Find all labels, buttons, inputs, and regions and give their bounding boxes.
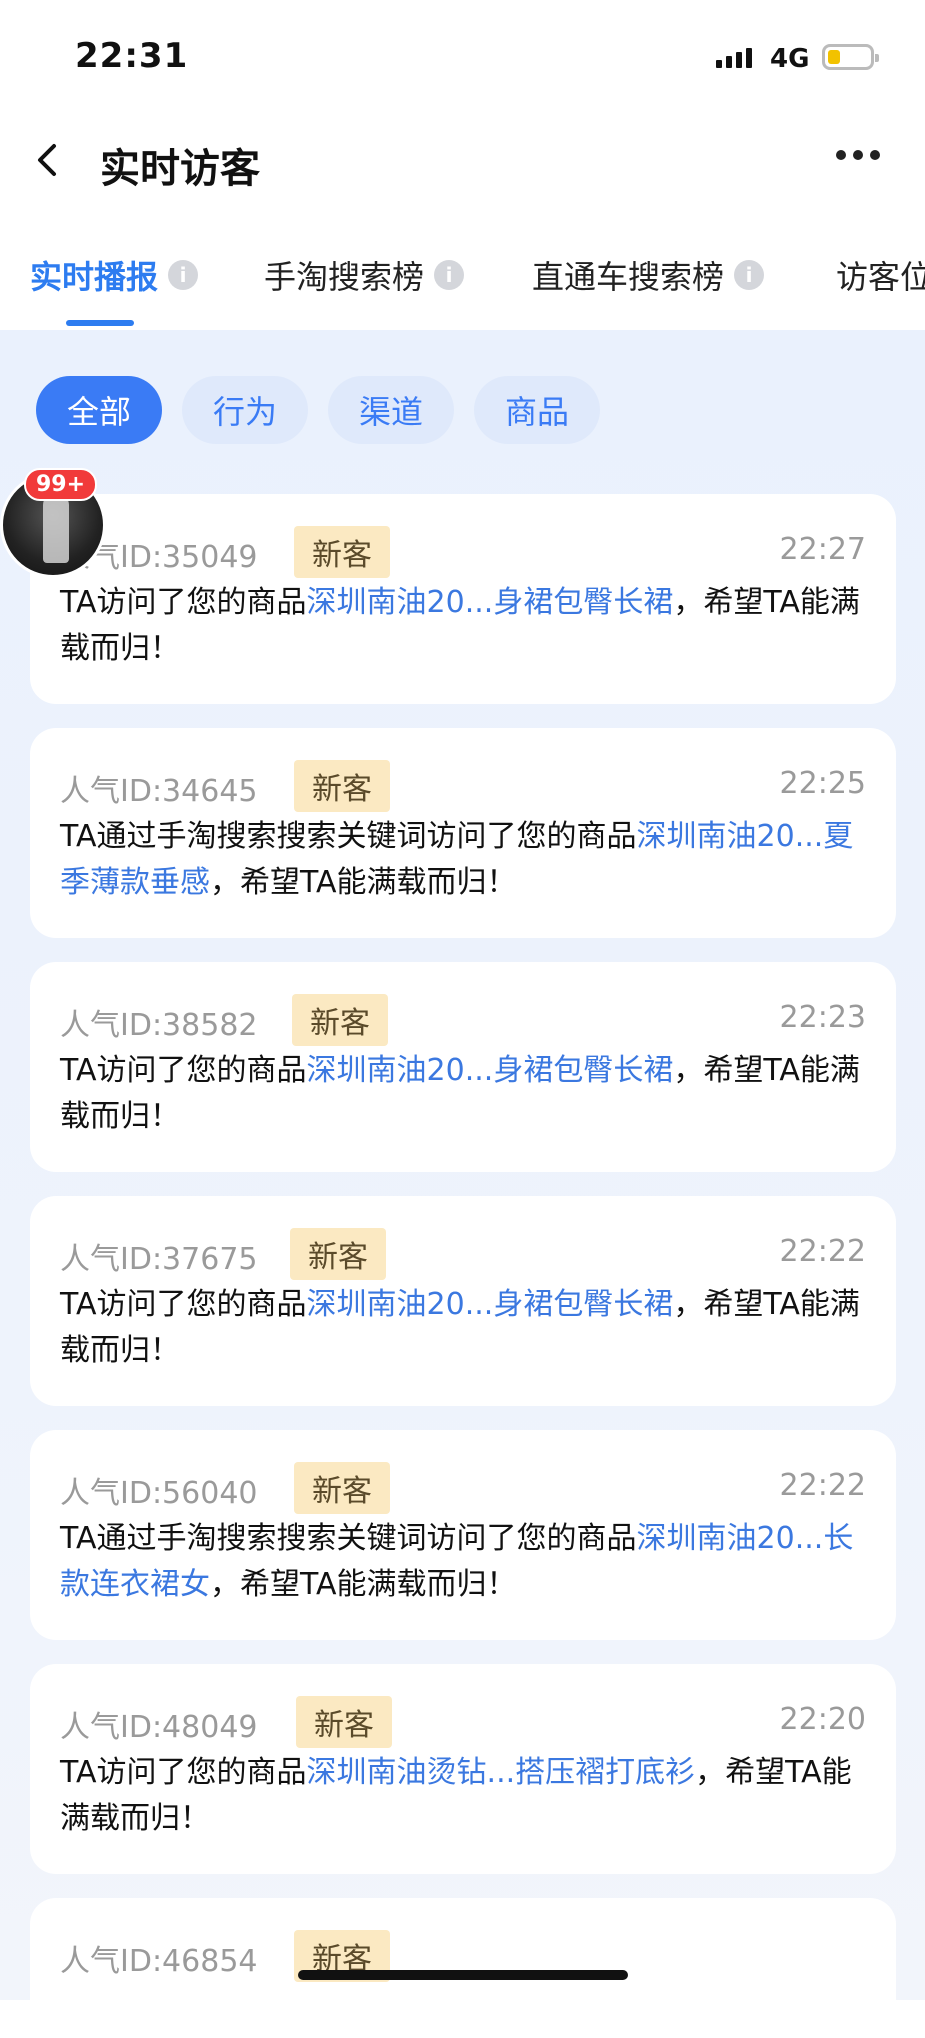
visit-time: 22:22 bbox=[779, 1234, 866, 1269]
home-indicator[interactable] bbox=[298, 1970, 628, 1980]
tab-realtime[interactable]: 实时播报 i bbox=[30, 252, 199, 298]
nav-bar: 实时访客 bbox=[0, 110, 925, 210]
product-link[interactable]: 深圳南油烫钻...搭压褶打底衫 bbox=[307, 1755, 696, 1790]
info-icon[interactable]: i bbox=[168, 260, 199, 290]
status-bar: 22:31 4G bbox=[0, 0, 925, 110]
new-visitor-badge: 新客 bbox=[294, 526, 390, 578]
visit-card[interactable]: 人气ID:35049 新客 22:27 TA访问了您的商品深圳南油20...身裙… bbox=[30, 494, 896, 704]
visit-card[interactable]: 人气ID:37675 新客 22:22 TA访问了您的商品深圳南油20...身裙… bbox=[30, 1196, 896, 1406]
visitor-id: 人气ID:46854 bbox=[60, 1944, 258, 1979]
content-area: 全部 行为 渠道 商品 人气ID:35049 新客 22:27 TA访问了您的商… bbox=[0, 330, 925, 2038]
visit-time: 22:27 bbox=[779, 532, 866, 567]
new-visitor-badge: 新客 bbox=[294, 1462, 390, 1514]
filter-behavior[interactable]: 行为 bbox=[182, 376, 308, 444]
filter-all[interactable]: 全部 bbox=[36, 376, 162, 444]
visitor-id: 人气ID:48049 bbox=[60, 1710, 258, 1745]
visit-card[interactable]: 人气ID:56040 新客 22:22 TA通过手淘搜索搜索关键词访问了您的商品… bbox=[30, 1430, 896, 1640]
info-icon[interactable]: i bbox=[434, 260, 465, 290]
filter-chips: 全部 行为 渠道 商品 bbox=[36, 376, 600, 444]
filter-channel[interactable]: 渠道 bbox=[328, 376, 454, 444]
visit-message: TA访问了您的商品深圳南油烫钻...搭压褶打底衫，希望TA能满载而归！ bbox=[60, 1755, 852, 1836]
more-icon[interactable] bbox=[836, 150, 880, 160]
visit-card[interactable]: 人气ID:46854 新客 bbox=[30, 1898, 896, 2038]
notification-count-badge: 99+ bbox=[24, 468, 98, 501]
back-icon[interactable] bbox=[28, 140, 68, 180]
tab-visitor-location[interactable]: 访客位 bbox=[836, 252, 925, 298]
visitor-id: 人气ID:38582 bbox=[60, 1008, 258, 1043]
tab-bar: 实时播报 i 手淘搜索榜 i 直通车搜索榜 i 访客位 bbox=[0, 232, 925, 332]
visit-time: 22:25 bbox=[779, 766, 866, 801]
new-visitor-badge: 新客 bbox=[294, 760, 390, 812]
visit-message: TA通过手淘搜索搜索关键词访问了您的商品深圳南油20...长款连衣裙女，希望TA… bbox=[60, 1521, 854, 1602]
visitor-id: 人气ID:37675 bbox=[60, 1242, 258, 1277]
visit-card[interactable]: 人气ID:34645 新客 22:25 TA通过手淘搜索搜索关键词访问了您的商品… bbox=[30, 728, 896, 938]
info-icon[interactable]: i bbox=[734, 260, 765, 290]
visit-time: 22:22 bbox=[779, 1468, 866, 1503]
battery-icon bbox=[822, 44, 879, 70]
visit-message: TA访问了您的商品深圳南油20...身裙包臀长裙，希望TA能满载而归！ bbox=[60, 585, 860, 666]
visit-message: TA通过手淘搜索搜索关键词访问了您的商品深圳南油20...夏季薄款垂感，希望TA… bbox=[60, 819, 854, 900]
status-time: 22:31 bbox=[75, 36, 189, 76]
tab-label: 实时播报 bbox=[30, 258, 159, 296]
tab-label: 直通车搜索榜 bbox=[532, 258, 725, 296]
tab-search-rank[interactable]: 手淘搜索榜 i bbox=[264, 252, 465, 298]
page-title: 实时访客 bbox=[100, 146, 260, 192]
network-label: 4G bbox=[770, 44, 810, 74]
product-link[interactable]: 深圳南油20...身裙包臀长裙 bbox=[307, 1287, 674, 1322]
new-visitor-badge: 新客 bbox=[292, 994, 388, 1046]
visit-card[interactable]: 人气ID:48049 新客 22:20 TA访问了您的商品深圳南油烫钻...搭压… bbox=[30, 1664, 896, 1874]
new-visitor-badge: 新客 bbox=[296, 1696, 392, 1748]
visit-time: 22:20 bbox=[779, 1702, 866, 1737]
new-visitor-badge: 新客 bbox=[290, 1228, 386, 1280]
tab-label: 手淘搜索榜 bbox=[264, 258, 425, 296]
tab-ztc-rank[interactable]: 直通车搜索榜 i bbox=[532, 252, 765, 298]
visit-card[interactable]: 人气ID:38582 新客 22:23 TA访问了您的商品深圳南油20...身裙… bbox=[30, 962, 896, 1172]
tab-label: 访客位 bbox=[836, 258, 925, 296]
visitor-id: 人气ID:56040 bbox=[60, 1476, 258, 1511]
visit-message: TA访问了您的商品深圳南油20...身裙包臀长裙，希望TA能满载而归！ bbox=[60, 1053, 860, 1134]
visit-message: TA访问了您的商品深圳南油20...身裙包臀长裙，希望TA能满载而归！ bbox=[60, 1287, 860, 1368]
visit-time: 22:23 bbox=[779, 1000, 866, 1035]
visitor-id: 人气ID:34645 bbox=[60, 774, 258, 809]
product-link[interactable]: 深圳南油20...身裙包臀长裙 bbox=[307, 585, 674, 620]
product-link[interactable]: 深圳南油20...身裙包臀长裙 bbox=[307, 1053, 674, 1088]
signal-icon bbox=[716, 48, 752, 68]
filter-product[interactable]: 商品 bbox=[474, 376, 600, 444]
active-tab-indicator bbox=[66, 320, 134, 326]
